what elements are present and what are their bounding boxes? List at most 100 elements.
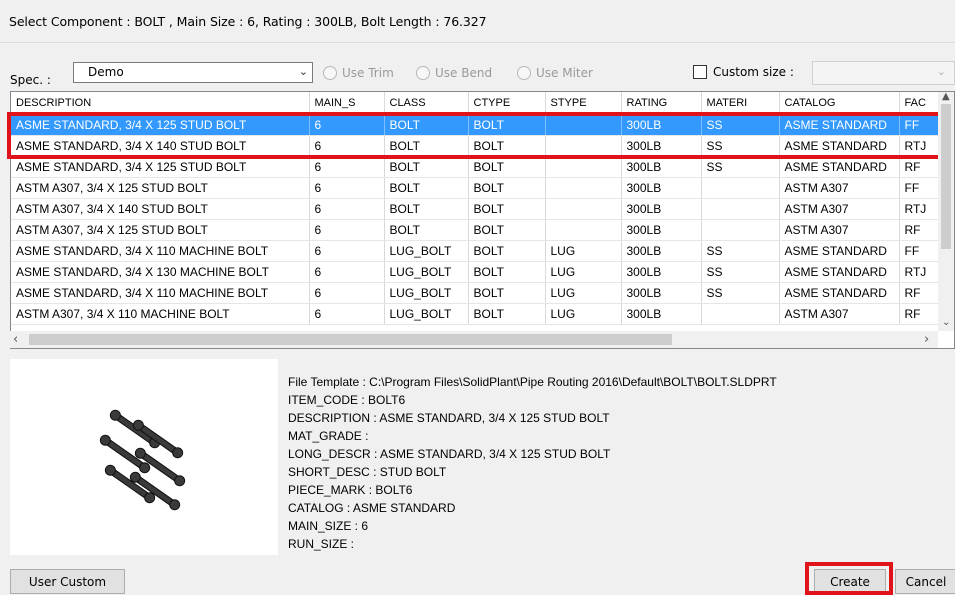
highlight-box-selected-row — [7, 112, 948, 159]
table-cell: 6 — [309, 177, 385, 199]
title-separator — [0, 42, 955, 43]
use-trim-radio[interactable]: Use Trim — [323, 66, 394, 80]
vertical-scroll-thumb[interactable] — [941, 104, 951, 249]
table-cell: ASTM A307 — [779, 177, 900, 199]
table-row[interactable]: ASTM A307, 3/4 X 140 STUD BOLT 6 BOLT BOLT 3… — [11, 198, 950, 220]
column-header[interactable]: MAIN_S — [309, 92, 385, 115]
use-bend-radio[interactable]: Use Bend — [416, 66, 492, 80]
user-custom-button[interactable]: User Custom — [10, 569, 125, 594]
detail-line: File Template : C:\Program Files\SolidPl… — [288, 375, 777, 389]
table-cell: 300LB — [621, 198, 702, 220]
column-header[interactable]: CTYPE — [468, 92, 546, 115]
table-cell: 300LB — [621, 261, 702, 283]
table-cell: BOLT — [468, 156, 546, 178]
detail-line: MAT_GRADE : — [288, 429, 369, 443]
detail-line: LONG_DESCR : ASME STANDARD, 3/4 X 125 ST… — [288, 447, 611, 461]
table-cell: ASTM A307, 3/4 X 110 MACHINE BOLT — [11, 303, 310, 325]
column-header[interactable]: MATERI — [701, 92, 780, 115]
table-cell — [701, 198, 780, 220]
horizontal-scroll-thumb[interactable] — [29, 334, 672, 345]
chevron-down-icon: ⌄ — [298, 65, 308, 78]
column-header[interactable]: CLASS — [384, 92, 469, 115]
table-row[interactable]: ASME STANDARD, 3/4 X 110 MACHINE BOLT 6 LU… — [11, 282, 950, 304]
use-miter-radio[interactable]: Use Miter — [517, 66, 593, 80]
scroll-right-icon[interactable]: › — [924, 332, 929, 347]
table-cell: LUG — [545, 303, 622, 325]
table-cell: ASME STANDARD — [779, 261, 900, 283]
table-cell — [545, 177, 622, 199]
table-cell: BOLT — [384, 177, 469, 199]
table-row[interactable]: ASTM A307, 3/4 X 125 STUD BOLT 6 BOLT BOLT 3… — [11, 177, 950, 199]
table-row[interactable]: ASTM A307, 3/4 X 110 MACHINE BOLT 6 LUG_BO… — [11, 303, 950, 325]
table-cell: ASTM A307, 3/4 X 140 STUD BOLT — [11, 198, 310, 220]
scroll-left-icon[interactable]: ‹ — [13, 332, 18, 347]
spec-select-value: Demo — [88, 65, 124, 79]
table-cell: 300LB — [621, 219, 702, 241]
table-cell: SS — [701, 261, 780, 283]
table-cell: 300LB — [621, 156, 702, 178]
custom-size-label: Custom size : — [713, 65, 794, 79]
table-cell: BOLT — [468, 198, 546, 220]
table-cell: SS — [701, 240, 780, 262]
column-header[interactable]: RATING — [621, 92, 702, 115]
table-cell: SS — [701, 282, 780, 304]
cancel-button[interactable]: Cancel — [895, 569, 955, 594]
table-cell: 6 — [309, 261, 385, 283]
table-cell: BOLT — [468, 219, 546, 241]
table-cell: 6 — [309, 219, 385, 241]
custom-size-checkbox[interactable]: Custom size : — [693, 65, 794, 79]
horizontal-scrollbar[interactable]: ‹ › — [10, 331, 938, 348]
table-cell: BOLT — [384, 219, 469, 241]
component-details: File Template : C:\Program Files\SolidPl… — [288, 373, 777, 553]
table-cell: ASME STANDARD, 3/4 X 125 STUD BOLT — [11, 156, 310, 178]
radio-circle-icon — [416, 66, 430, 80]
column-header[interactable]: CATALOG — [779, 92, 900, 115]
detail-line: ITEM_CODE : BOLT6 — [288, 393, 406, 407]
table-cell: ASME STANDARD — [779, 156, 900, 178]
table-cell: ASME STANDARD, 3/4 X 110 MACHINE BOLT — [11, 240, 310, 262]
table-cell: BOLT — [384, 198, 469, 220]
detail-line: PIECE_MARK : BOLT6 — [288, 483, 413, 497]
detail-line: DESCRIPTION : ASME STANDARD, 3/4 X 125 S… — [288, 411, 610, 425]
table-cell: ASME STANDARD, 3/4 X 130 MACHINE BOLT — [11, 261, 310, 283]
table-cell: 300LB — [621, 303, 702, 325]
table-cell: BOLT — [468, 303, 546, 325]
table-cell — [701, 219, 780, 241]
table-cell: 6 — [309, 156, 385, 178]
table-cell: BOLT — [468, 261, 546, 283]
column-header[interactable]: DESCRIPTION — [11, 92, 310, 115]
table-cell: LUG_BOLT — [384, 282, 469, 304]
scroll-down-icon[interactable]: ⌄ — [942, 317, 950, 328]
radio-circle-icon — [323, 66, 337, 80]
detail-line: SHORT_DESC : STUD BOLT — [288, 465, 447, 479]
table-cell: BOLT — [468, 282, 546, 304]
table-cell: 300LB — [621, 282, 702, 304]
component-preview — [10, 359, 278, 555]
table-cell: 6 — [309, 240, 385, 262]
dialog-title: Select Component : BOLT , Main Size : 6,… — [9, 14, 487, 29]
table-cell: BOLT — [468, 240, 546, 262]
table-cell: LUG — [545, 240, 622, 262]
column-header[interactable]: STYPE — [545, 92, 622, 115]
table-row[interactable]: ASME STANDARD, 3/4 X 125 STUD BOLT 6 BOLT B… — [11, 156, 950, 178]
vertical-scrollbar[interactable]: ▲ ⌄ — [938, 91, 954, 331]
table-cell: 300LB — [621, 240, 702, 262]
scroll-up-icon[interactable]: ▲ — [942, 91, 950, 102]
table-cell: ASME STANDARD — [779, 282, 900, 304]
use-miter-label: Use Miter — [536, 66, 593, 80]
detail-line: MAIN_SIZE : 6 — [288, 519, 369, 533]
table-cell: ASTM A307, 3/4 X 125 STUD BOLT — [11, 177, 310, 199]
spec-select[interactable]: Demo ⌄ — [73, 62, 313, 83]
table-cell — [545, 156, 622, 178]
table-row[interactable]: ASTM A307, 3/4 X 125 STUD BOLT 6 BOLT BOLT 3… — [11, 219, 950, 241]
detail-line: RUN_SIZE : — [288, 537, 355, 551]
table-cell: 300LB — [621, 177, 702, 199]
table-row[interactable]: ASME STANDARD, 3/4 X 110 MACHINE BOLT 6 LU… — [11, 240, 950, 262]
table-cell: SS — [701, 156, 780, 178]
header-row: DESCRIPTION MAIN_S CLASS CTYPE STYPE RATING MA… — [11, 92, 950, 115]
custom-size-select[interactable]: ⌄ — [812, 61, 955, 85]
table-cell: LUG_BOLT — [384, 303, 469, 325]
table-cell — [701, 303, 780, 325]
table-cell: ASTM A307 — [779, 198, 900, 220]
table-row[interactable]: ASME STANDARD, 3/4 X 130 MACHINE BOLT 6 LU… — [11, 261, 950, 283]
